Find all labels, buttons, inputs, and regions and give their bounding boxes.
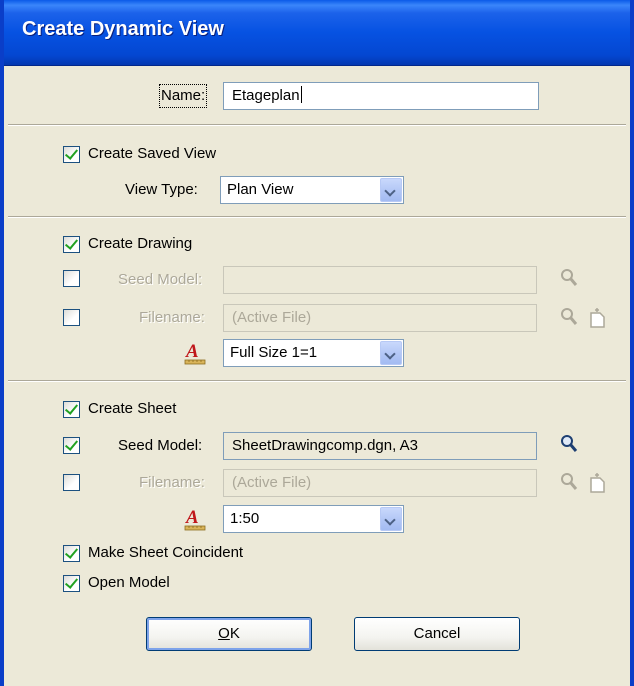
chevron-down-icon[interactable] bbox=[380, 178, 402, 202]
svg-text:A: A bbox=[185, 507, 199, 528]
open-model-label[interactable]: Open Model bbox=[88, 573, 170, 593]
text-caret bbox=[300, 86, 302, 103]
create-dynamic-view-dialog: Create Dynamic View Name: Etageplan Crea… bbox=[0, 0, 634, 686]
new-file-icon bbox=[590, 308, 605, 328]
view-type-dropdown[interactable]: Plan View bbox=[220, 176, 404, 204]
magnifier-icon[interactable] bbox=[560, 434, 578, 456]
create-drawing-checkbox[interactable] bbox=[63, 236, 80, 253]
name-label: Name: bbox=[158, 84, 208, 108]
sheet-seed-model-checkbox[interactable] bbox=[63, 437, 80, 454]
ok-mnemonic: O bbox=[218, 625, 230, 642]
create-sheet-label[interactable]: Create Sheet bbox=[88, 399, 176, 419]
drawing-filename-field: (Active File) bbox=[223, 304, 537, 332]
create-saved-view-label[interactable]: Create Saved View bbox=[88, 144, 216, 164]
svg-text:A: A bbox=[185, 341, 199, 362]
annotation-scale-icon: A bbox=[184, 507, 206, 531]
drawing-seed-model-checkbox[interactable] bbox=[63, 270, 80, 287]
annotation-scale-icon: A bbox=[184, 341, 206, 365]
sheet-filename-checkbox[interactable] bbox=[63, 474, 80, 491]
chevron-down-icon[interactable] bbox=[380, 507, 402, 531]
sheet-seed-model-field[interactable]: SheetDrawingcomp.dgn, A3 bbox=[223, 432, 537, 460]
separator-2 bbox=[8, 216, 626, 218]
drawing-seed-model-field bbox=[223, 266, 537, 294]
dialog-title: Create Dynamic View bbox=[22, 18, 224, 40]
open-model-checkbox[interactable] bbox=[63, 575, 80, 592]
new-file-icon bbox=[590, 473, 605, 493]
view-type-value: Plan View bbox=[227, 181, 294, 198]
title-bar[interactable]: Create Dynamic View bbox=[4, 0, 630, 66]
ok-label: K bbox=[229, 625, 240, 642]
magnifier-icon bbox=[561, 269, 578, 286]
drawing-filename-checkbox[interactable] bbox=[63, 309, 80, 326]
drawing-seed-model-label: Seed Model: bbox=[118, 271, 203, 288]
make-sheet-coincident-label[interactable]: Make Sheet Coincident bbox=[88, 543, 243, 563]
view-type-label: View Type: bbox=[125, 181, 198, 198]
sheet-filename-label: Filename: bbox=[139, 474, 205, 491]
create-saved-view-checkbox[interactable] bbox=[63, 146, 80, 163]
magnifier-icon bbox=[561, 473, 578, 490]
cancel-button[interactable]: Cancel bbox=[354, 617, 520, 651]
sheet-seed-model-label: Seed Model: bbox=[118, 437, 203, 454]
create-drawing-label[interactable]: Create Drawing bbox=[88, 234, 192, 254]
sheet-annotation-scale-dropdown[interactable]: 1:50 bbox=[223, 505, 404, 533]
drawing-annotation-scale-value: Full Size 1=1 bbox=[230, 344, 318, 361]
ok-button[interactable]: OK bbox=[146, 617, 312, 651]
drawing-filename-label: Filename: bbox=[139, 309, 205, 326]
make-sheet-coincident-checkbox[interactable] bbox=[63, 545, 80, 562]
sheet-filename-field: (Active File) bbox=[223, 469, 537, 497]
magnifier-icon bbox=[561, 308, 578, 325]
separator-3 bbox=[8, 380, 626, 382]
sheet-annotation-scale-value: 1:50 bbox=[230, 510, 260, 527]
name-input[interactable]: Etageplan bbox=[223, 82, 539, 110]
drawing-annotation-scale-dropdown[interactable]: Full Size 1=1 bbox=[223, 339, 404, 367]
create-sheet-checkbox[interactable] bbox=[63, 401, 80, 418]
separator-1 bbox=[8, 124, 626, 126]
name-value: Etageplan bbox=[232, 87, 300, 104]
chevron-down-icon[interactable] bbox=[380, 341, 402, 365]
